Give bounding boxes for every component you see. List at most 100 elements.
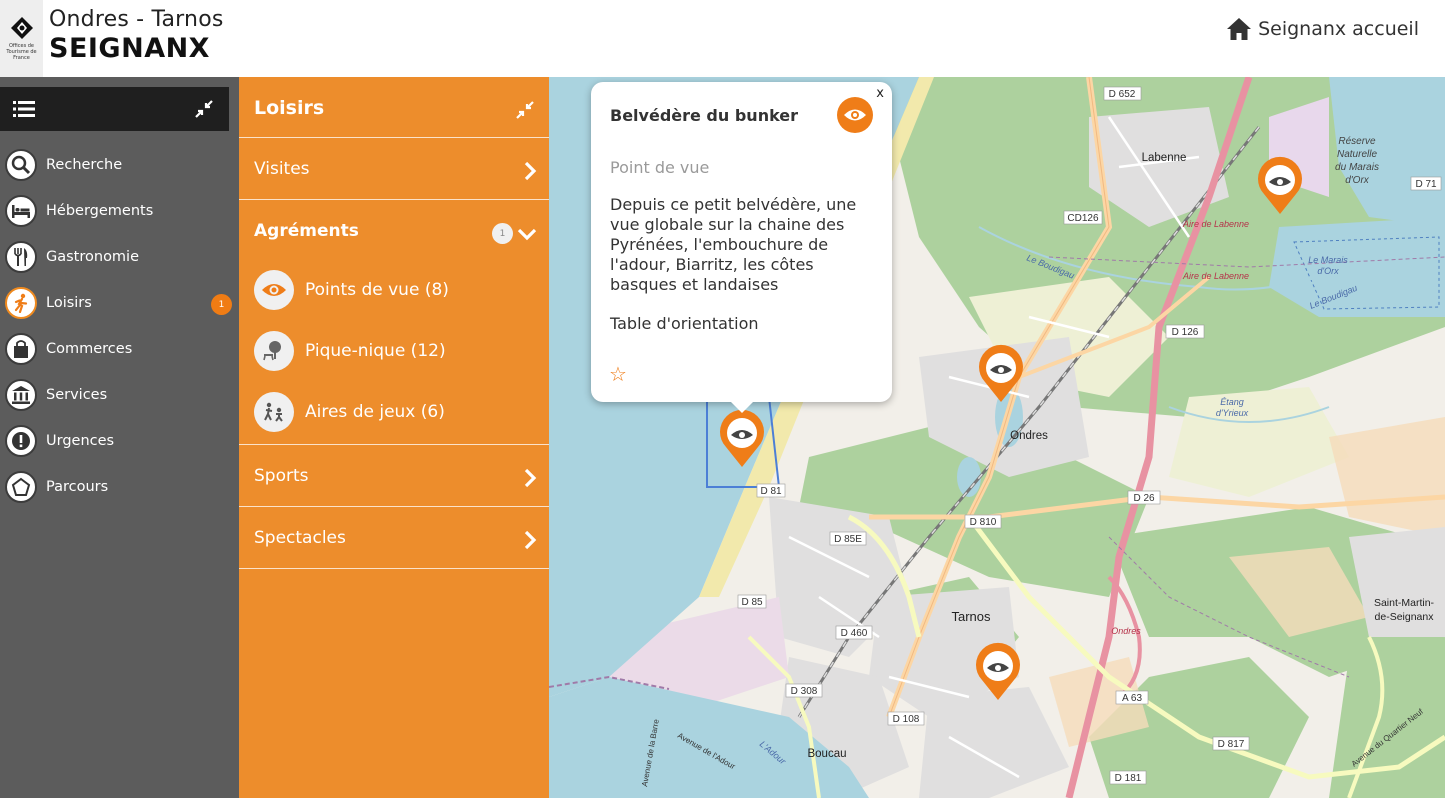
brand-subtitle: SEIGNANX (49, 33, 211, 64)
label-saint-martin-2: de-Seignanx (1375, 611, 1435, 623)
header: Offices de Tourisme de France Ondres - T… (0, 0, 1445, 77)
tourism-office-logo[interactable]: Offices de Tourisme de France (0, 0, 43, 77)
sidebar-item-label: Recherche (46, 157, 123, 173)
subcategory-points-de-vue[interactable]: Points de vue (8) (254, 270, 449, 310)
shopping-bag-icon (5, 333, 37, 365)
brand-title: Ondres - Tarnos (49, 7, 224, 32)
home-link-label: Seignanx accueil (1258, 18, 1419, 40)
category-spectacles[interactable]: Spectacles (254, 528, 346, 548)
collapse-panel-icon[interactable] (516, 101, 534, 119)
chevron-right-icon[interactable] (523, 468, 537, 488)
label-reserve-3: du Marais (1335, 162, 1379, 173)
label-reserve-1: Réserve (1338, 136, 1376, 147)
sidebar-item-recherche[interactable]: Recherche (5, 147, 235, 183)
sidebar: Recherche Hébergements Gastronomie Loisi… (0, 77, 239, 798)
chevron-right-icon[interactable] (523, 161, 537, 181)
sidebar-toolbar (0, 87, 229, 131)
label-reserve-4: d'Orx (1345, 175, 1370, 186)
label-aire-2: Aire de Labenne (1182, 271, 1249, 281)
chevron-right-icon[interactable] (523, 530, 537, 550)
label-d85: D 85 (741, 597, 763, 608)
divider (239, 568, 549, 569)
bed-icon (5, 195, 37, 227)
label-reserve-2: Naturelle (1337, 149, 1377, 160)
cutlery-icon (5, 241, 37, 273)
sidebar-item-label: Commerces (46, 341, 133, 357)
sidebar-item-services[interactable]: Services (5, 377, 235, 413)
diamond-logo-icon (10, 17, 33, 39)
map-marker-ondres[interactable] (977, 344, 1025, 404)
home-link[interactable]: Seignanx accueil (1226, 17, 1419, 41)
label-ondres: Ondres (1010, 430, 1048, 442)
home-icon (1227, 18, 1252, 40)
subcategory-label: Aires de jeux (6) (305, 402, 445, 422)
subcategory-label: Points de vue (8) (305, 280, 449, 300)
map-popup: Belvédère du bunker x Point de vue Depui… (591, 82, 892, 402)
label-d181: D 181 (1115, 773, 1142, 784)
pentagon-icon (5, 471, 37, 503)
chevron-down-icon[interactable] (517, 227, 537, 241)
menu-list-icon[interactable] (13, 100, 35, 118)
bank-icon (5, 379, 37, 411)
sidebar-item-label: Gastronomie (46, 249, 140, 265)
label-d71: D 71 (1415, 179, 1437, 190)
category-visites[interactable]: Visites (254, 159, 310, 179)
sidebar-item-label: Hébergements (46, 203, 154, 219)
sidebar-item-label: Loisirs (46, 295, 92, 311)
favorite-star-icon[interactable]: ☆ (609, 362, 627, 386)
label-d108: D 108 (893, 714, 920, 725)
popup-feature: Table d'orientation (610, 314, 759, 333)
label-boucau: Boucau (807, 748, 846, 760)
label-saint-martin-1: Saint-Martin- (1374, 597, 1435, 609)
label-d308: D 308 (791, 686, 818, 697)
sidebar-item-label: Services (46, 387, 108, 403)
popup-description: Depuis ce petit belvédère, une vue globa… (610, 195, 857, 294)
sidebar-item-gastronomie[interactable]: Gastronomie (5, 239, 235, 275)
collapse-icon[interactable] (195, 100, 213, 118)
label-d26: D 26 (1133, 493, 1155, 504)
sidebar-item-parcours[interactable]: Parcours (5, 469, 235, 505)
popup-category: Point de vue (610, 158, 710, 177)
panel-title: Loisirs (254, 97, 325, 119)
divider (239, 444, 549, 445)
sidebar-item-commerces[interactable]: Commerces (5, 331, 235, 367)
label-labenne: Labenne (1142, 152, 1187, 164)
divider (239, 137, 549, 138)
label-d652: D 652 (1109, 89, 1136, 100)
subcategory-pique-nique[interactable]: Pique-nique (12) (254, 331, 446, 371)
label-d126: D 126 (1172, 327, 1199, 338)
label-d85e: D 85E (834, 534, 862, 545)
label-d810: D 810 (970, 517, 997, 528)
label-a63: A 63 (1122, 693, 1142, 704)
label-etang-1: Étang (1220, 397, 1244, 407)
sidebar-item-urgences[interactable]: Urgences (5, 423, 235, 459)
map-marker-tarnos[interactable] (974, 642, 1022, 702)
sidebar-item-hebergements[interactable]: Hébergements (5, 193, 235, 229)
label-d460: D 460 (841, 628, 868, 639)
label-cd126: CD126 (1067, 213, 1099, 224)
eye-icon[interactable] (837, 97, 873, 133)
label-ondres-italic: Ondres (1111, 626, 1141, 636)
divider (239, 506, 549, 507)
label-d817: D 817 (1218, 739, 1245, 750)
map-marker-marais[interactable] (1256, 156, 1304, 216)
playground-icon (254, 392, 294, 432)
alert-icon (5, 425, 37, 457)
subcategory-aires-de-jeux[interactable]: Aires de jeux (6) (254, 392, 445, 432)
sidebar-item-loisirs[interactable]: Loisirs (5, 285, 235, 321)
category-panel: Loisirs Visites Agréments 1 Points de vu… (239, 77, 549, 798)
map-marker-belvedere[interactable] (718, 409, 766, 469)
label-d81: D 81 (760, 486, 782, 497)
running-icon (5, 287, 37, 319)
sidebar-item-label: Urgences (46, 433, 115, 449)
picnic-icon (254, 331, 294, 371)
category-agrements[interactable]: Agréments (254, 221, 359, 241)
popup-close-button[interactable]: x (876, 86, 884, 101)
label-marais-2: d'Orx (1317, 266, 1339, 276)
subcategory-label: Pique-nique (12) (305, 341, 446, 361)
sidebar-item-label: Parcours (46, 479, 109, 495)
label-marais-1: Le Marais (1308, 255, 1348, 265)
eye-icon (254, 270, 294, 310)
category-sports[interactable]: Sports (254, 466, 309, 486)
agrements-count-badge: 1 (492, 223, 513, 244)
